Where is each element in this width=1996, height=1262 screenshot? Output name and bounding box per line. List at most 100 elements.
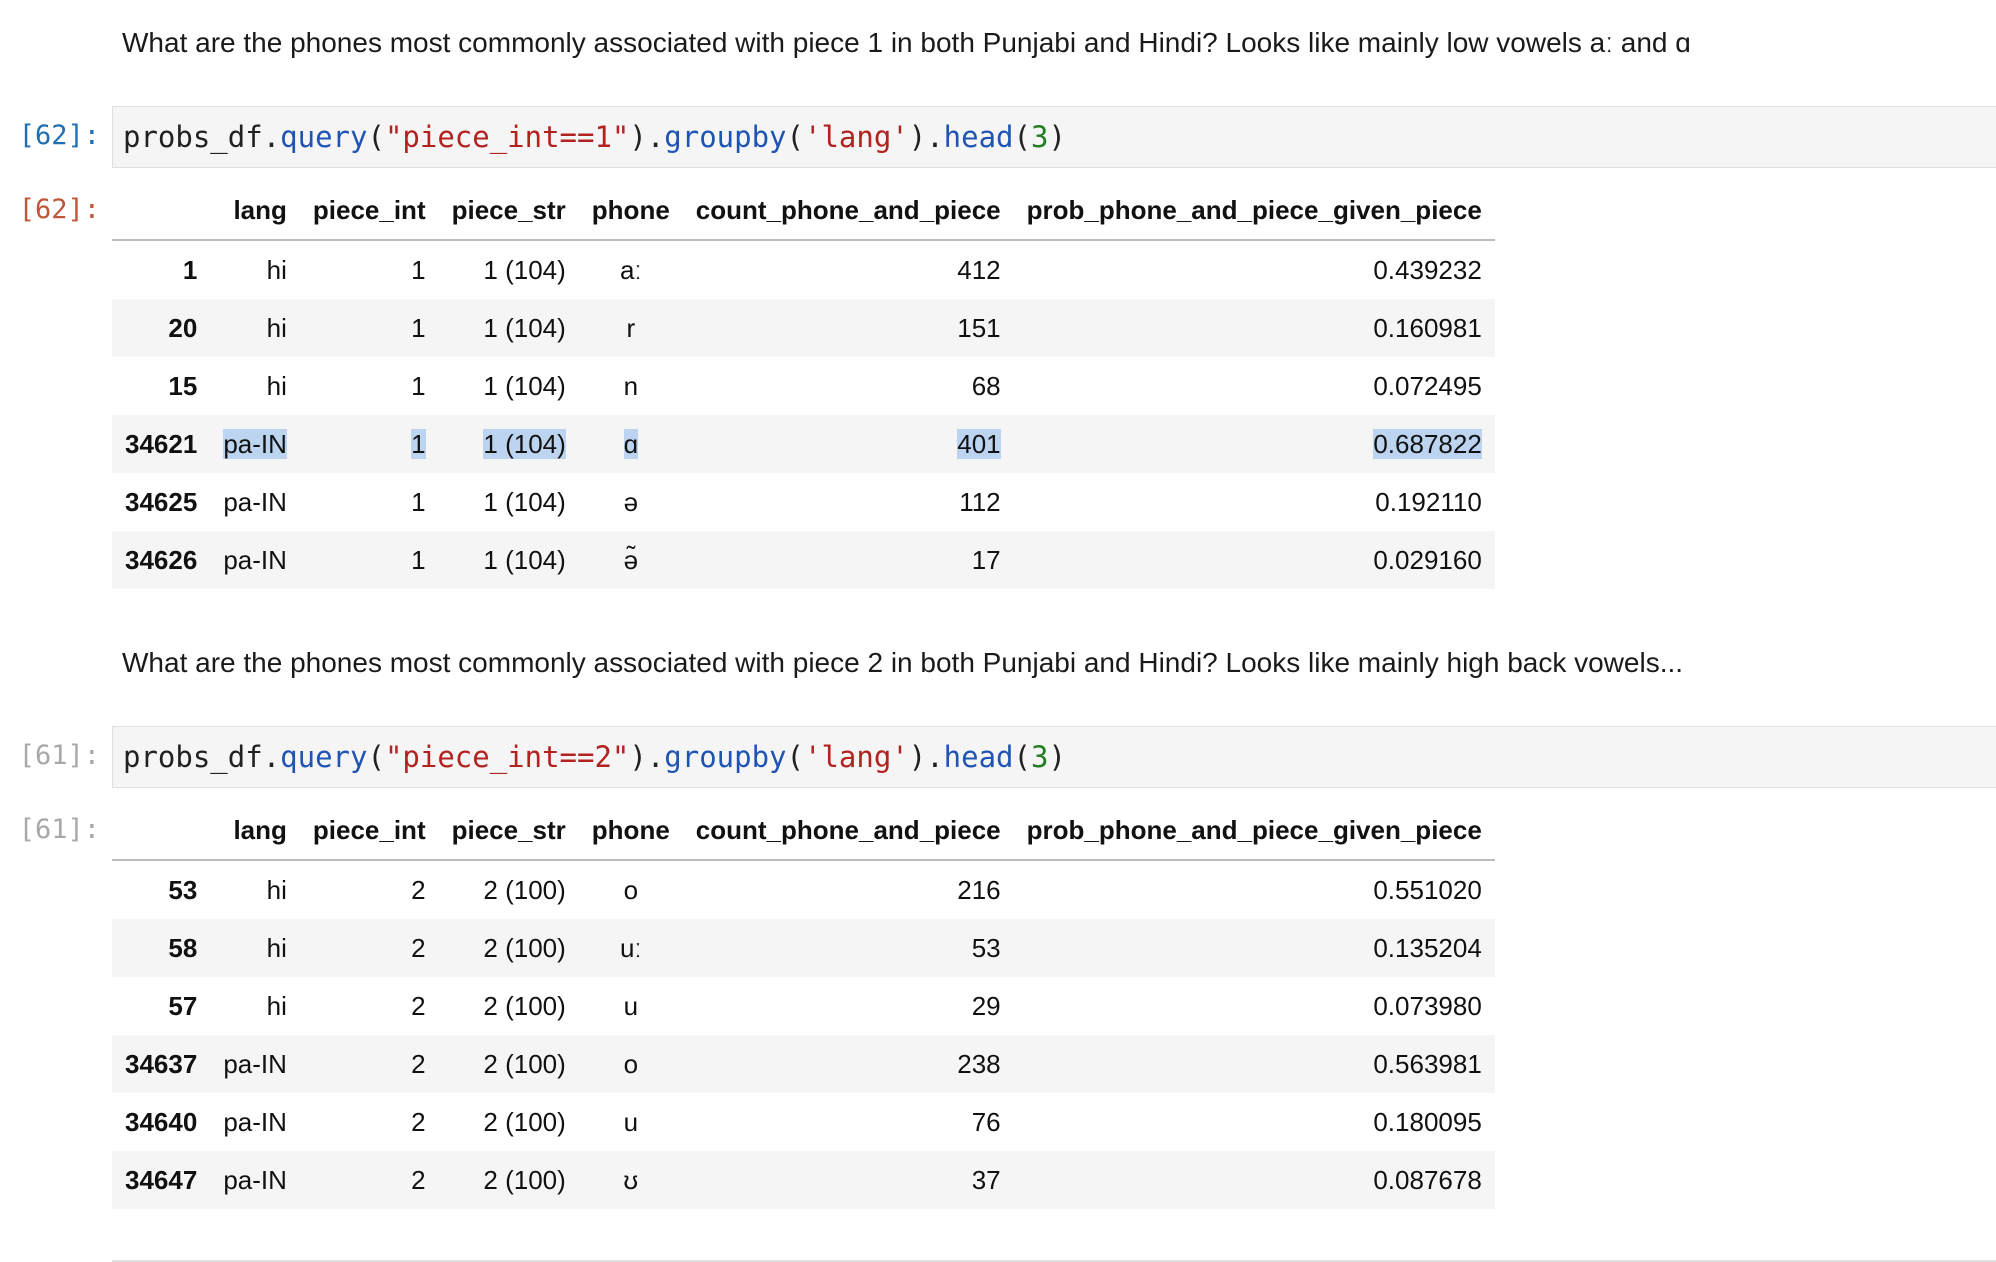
table-row[interactable]: 57 hi 2 2 (100) u 29 0.073980 (112, 977, 1495, 1035)
table-row[interactable]: 53 hi 2 2 (100) o 216 0.551020 (112, 860, 1495, 919)
code-token: groupby (664, 740, 787, 774)
cell-prob: 0.563981 (1014, 1035, 1495, 1093)
table-row[interactable]: 58 hi 2 2 (100) uː 53 0.135204 (112, 919, 1495, 977)
table-row[interactable]: 34625 pa-IN 1 1 (104) ə 112 0.192110 (112, 473, 1495, 531)
cell-value: 0.087678 (1373, 1164, 1482, 1195)
code-cell-62[interactable]: probs_df.query("piece_int==1").groupby('… (112, 106, 1996, 168)
dataframe-output-61: lang piece_int piece_str phone count_phone_a… (112, 801, 1495, 1209)
cell-phone: ə (579, 473, 683, 531)
code-token: 3 (1030, 120, 1049, 154)
column-header-prob: prob_phone_and_piece_given_piece (1013, 801, 1495, 861)
cell-value: pa-IN (223, 544, 287, 575)
cell-value: 238 (957, 1048, 1001, 1079)
cell-value: 2 (100) (483, 932, 566, 963)
cell-value: 216 (957, 874, 1001, 905)
code-cell-61[interactable]: probs_df.query("piece_int==2").groupby('… (112, 726, 1996, 788)
code-token: ( (367, 740, 385, 774)
cell-value: 0.029160 (1373, 544, 1482, 575)
table-row[interactable]: 1 hi 1 1 (104) aː 412 0.439232 (112, 240, 1495, 299)
cell-value: hi (266, 254, 287, 285)
cell-value: 1 (104) (483, 254, 566, 285)
cell-piece-int: 2 (300, 860, 439, 919)
cell-piece-int: 2 (300, 1093, 439, 1151)
markdown-text-2: What are the phones most commonly associ… (122, 647, 1684, 678)
column-header-lang: lang (210, 181, 300, 241)
column-header-lang: lang (210, 801, 300, 861)
cell-value: 0.160981 (1373, 312, 1482, 343)
cell-value: 401 (957, 428, 1001, 459)
cell-index: 34640 (112, 1093, 210, 1151)
code-token: ). (629, 120, 665, 154)
table-row[interactable]: 15 hi 1 1 (104) n 68 0.072495 (112, 357, 1495, 415)
cell-lang: pa-IN (210, 531, 300, 589)
cell-lang: pa-IN (210, 415, 300, 473)
cell-piece-int: 1 (300, 531, 439, 589)
table-row[interactable]: 20 hi 1 1 (104) r 151 0.160981 (112, 299, 1495, 357)
cell-phone: u (579, 977, 683, 1035)
cell-value: 1 (411, 254, 426, 285)
table-row[interactable]: 34647 pa-IN 2 2 (100) ʊ 37 0.087678 (112, 1151, 1495, 1209)
cell-piece-str: 2 (100) (439, 1151, 579, 1209)
cell-value: 2 (100) (483, 1048, 566, 1079)
cell-value: ʊ (623, 1164, 639, 1195)
cell-value: 76 (971, 1106, 1001, 1137)
input-prompt-62: [62]: (18, 120, 100, 151)
cell-piece-str: 2 (100) (439, 1035, 579, 1093)
cell-count: 151 (683, 299, 1014, 357)
table-row[interactable]: 34621 pa-IN 1 1 (104) ɑ 401 0.687822 (112, 415, 1495, 473)
cell-count: 112 (683, 473, 1014, 531)
cell-prob: 0.687822 (1014, 415, 1495, 473)
cell-prob: 0.180095 (1014, 1093, 1495, 1151)
cell-value: 34640 (125, 1106, 198, 1137)
cell-value: 37 (971, 1164, 1001, 1195)
cell-count: 76 (683, 1093, 1014, 1151)
code-token: groupby (664, 120, 787, 154)
cell-piece-str: 2 (100) (439, 919, 579, 977)
cell-value: 0.687822 (1373, 428, 1482, 459)
cell-piece-str: 2 (100) (439, 977, 579, 1035)
cell-phone: uː (579, 919, 683, 977)
table-row[interactable]: 34637 pa-IN 2 2 (100) o 238 0.563981 (112, 1035, 1495, 1093)
column-header-phone: phone (578, 801, 683, 861)
input-prompt-61: [61]: (18, 740, 100, 771)
cell-value: 2 (100) (483, 1106, 566, 1137)
code-token: ( (367, 120, 385, 154)
code-editor-62[interactable]: probs_df.query("piece_int==1").groupby('… (123, 117, 1066, 157)
code-token: ) (1048, 120, 1066, 154)
cell-lang: hi (210, 240, 300, 299)
code-token: ). (908, 740, 944, 774)
cell-value: n (623, 370, 639, 401)
cell-value: 2 (100) (483, 874, 566, 905)
cell-value: pa-IN (223, 1164, 287, 1195)
code-token: "piece_int==2" (384, 740, 630, 774)
cell-value: 0.563981 (1373, 1048, 1482, 1079)
cell-value: 1 (104) (483, 428, 566, 459)
cell-value: 1 (411, 544, 426, 575)
cell-piece-str: 1 (104) (439, 415, 579, 473)
code-token: probs_df (123, 120, 263, 154)
code-token: ). (908, 120, 944, 154)
cell-value: hi (266, 932, 287, 963)
column-header-piece-int: piece_int (299, 801, 439, 861)
cell-piece-str: 1 (104) (439, 240, 579, 299)
cell-lang: hi (210, 299, 300, 357)
cell-lang: hi (210, 919, 300, 977)
cell-piece-str: 2 (100) (439, 860, 579, 919)
cell-index: 34625 (112, 473, 210, 531)
cell-value: 34647 (125, 1164, 198, 1195)
code-editor-61[interactable]: probs_df.query("piece_int==2").groupby('… (123, 737, 1066, 777)
code-token: ( (1013, 120, 1031, 154)
code-token: query (280, 120, 368, 154)
cell-value: pa-IN (223, 486, 287, 517)
code-token: "piece_int==1" (384, 120, 630, 154)
cell-value: 2 (100) (483, 1164, 566, 1195)
cell-piece-int: 2 (300, 1035, 439, 1093)
cell-lang: pa-IN (210, 1035, 300, 1093)
table-row[interactable]: 34640 pa-IN 2 2 (100) u 76 0.180095 (112, 1093, 1495, 1151)
cell-value: 0.135204 (1373, 932, 1482, 963)
table-row[interactable]: 34626 pa-IN 1 1 (104) ə̃ 17 0.029160 (112, 531, 1495, 589)
cell-value: 1 (411, 370, 426, 401)
cell-value: 0.439232 (1373, 254, 1482, 285)
cell-count: 412 (683, 240, 1014, 299)
cell-phone: r (579, 299, 683, 357)
